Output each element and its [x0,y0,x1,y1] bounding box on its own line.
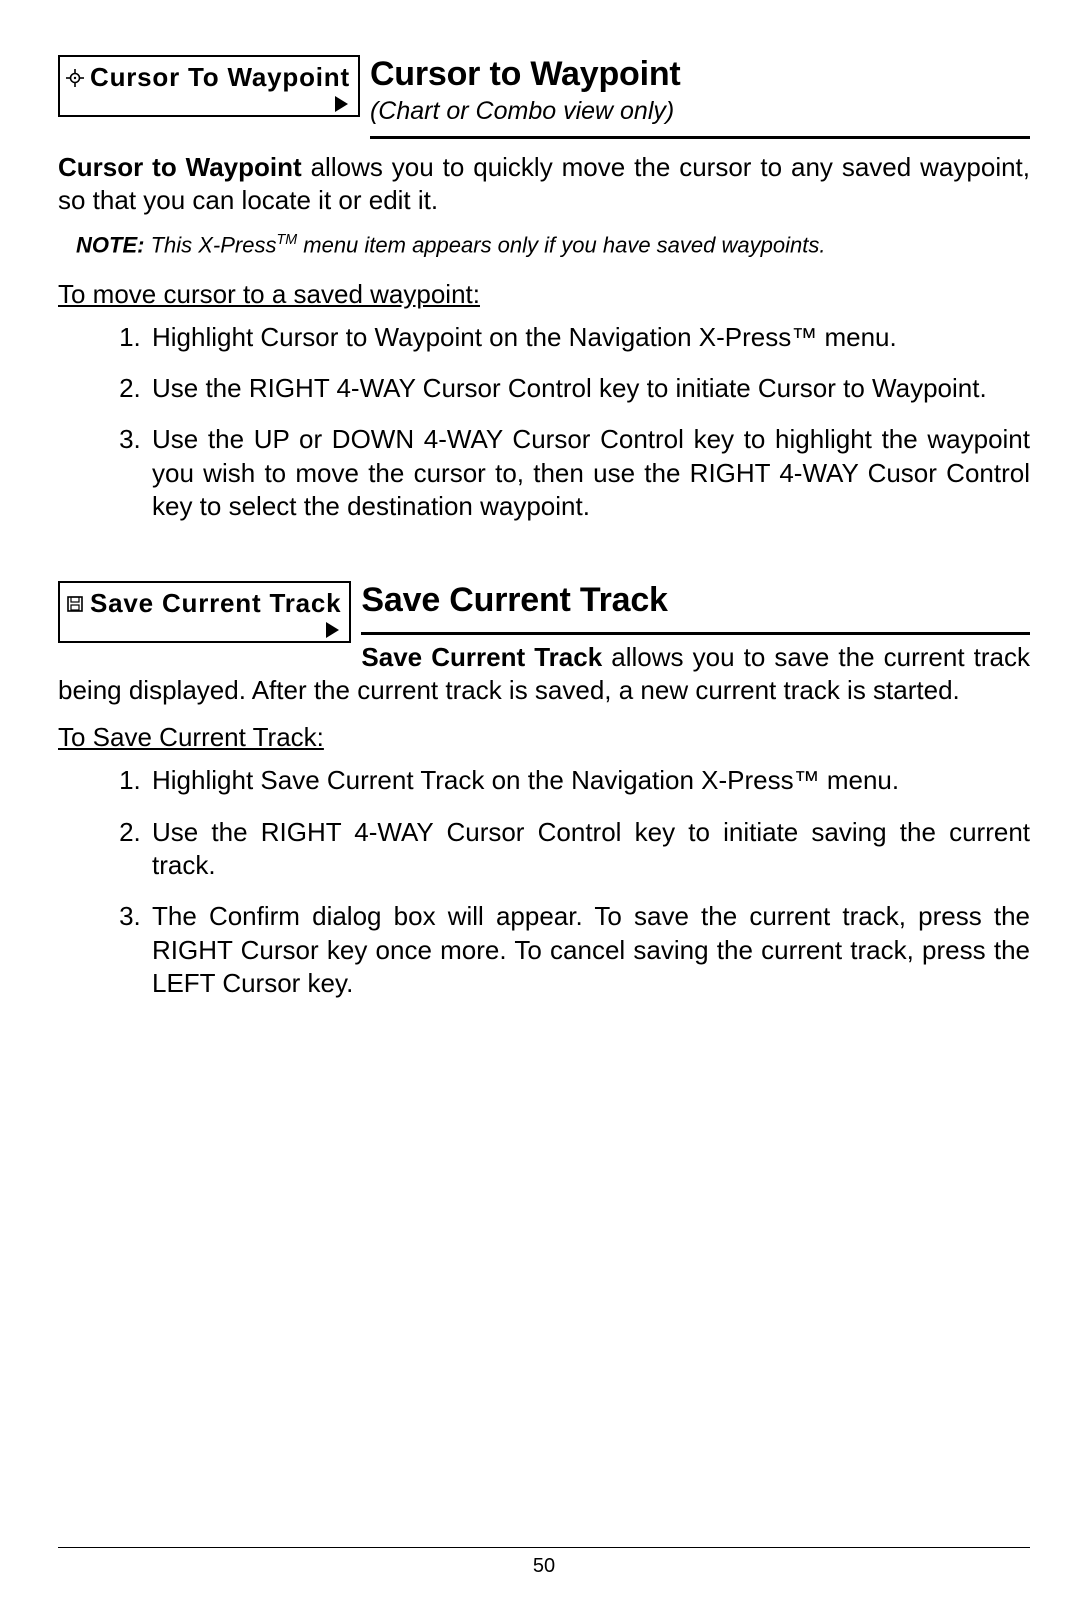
footer-rule [58,1547,1030,1548]
save-icon [66,595,84,613]
step: Use the RIGHT 4-WAY Cursor Control key t… [148,372,1030,405]
step: Highlight Cursor to Waypoint on the Navi… [148,321,1030,354]
menu-box-save-current-track: Save Current Track [58,581,351,643]
menu-box-label: Cursor To Waypoint [90,61,350,94]
menu-box-title: Save Current Track [66,587,341,620]
manual-page: Cursor To Waypoint Cursor to Waypoint (C… [0,0,1080,1620]
procedure-steps: Highlight Save Current Track on the Navi… [58,764,1030,1000]
step: Use the RIGHT 4-WAY Cursor Control key t… [148,816,1030,883]
step: Highlight Save Current Track on the Navi… [148,764,1030,797]
target-icon [66,69,84,87]
trademark-tm: TM [276,232,297,248]
menu-box-title: Cursor To Waypoint [66,61,350,94]
note-text-a: This X-Press [144,232,276,257]
procedure-heading: To move cursor to a saved waypoint: [58,278,1030,311]
lead-bold: Save Current Track [361,642,602,672]
section-lead: Cursor to Waypoint allows you to quickly… [58,151,1030,218]
chevron-right-icon [66,622,341,638]
procedure-steps: Highlight Cursor to Waypoint on the Navi… [58,321,1030,523]
page-footer: 50 [58,1507,1030,1580]
step: The Confirm dialog box will appear. To s… [148,900,1030,1000]
step: Use the UP or DOWN 4-WAY Cursor Control … [148,423,1030,523]
lead-bold: Cursor to Waypoint [58,152,302,182]
menu-box-cursor-to-waypoint: Cursor To Waypoint [58,55,360,117]
chevron-right-icon [66,96,350,112]
note-text-b: menu item appears only if you have saved… [297,232,825,257]
note-label: NOTE: [76,232,144,257]
page-number: 50 [58,1554,1030,1580]
section-save-current-track: Save Current Track Save Current Track Sa… [58,579,1030,1018]
menu-box-label: Save Current Track [90,587,341,620]
procedure-heading: To Save Current Track: [58,721,1030,754]
section-underline [361,626,1030,635]
section-lead: Save Current Track allows you to save th… [58,641,1030,708]
section-subtitle: (Chart or Combo view only) [370,95,1030,139]
note: NOTE: This X-PressTM menu item appears o… [76,231,1030,259]
section-cursor-to-waypoint: Cursor To Waypoint Cursor to Waypoint (C… [58,53,1030,541]
